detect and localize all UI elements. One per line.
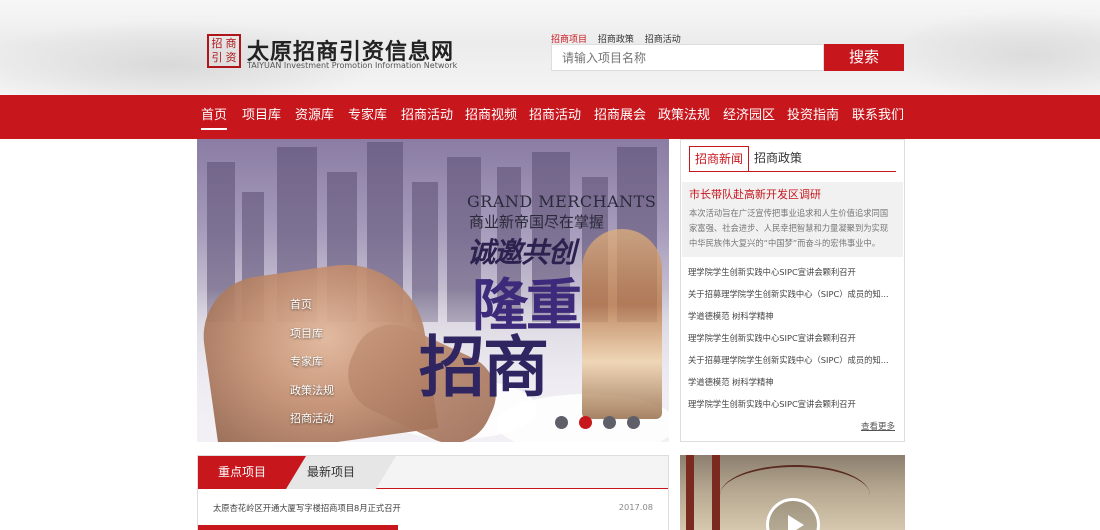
logo-seal-icon[interactable]: 招商 引资 bbox=[207, 34, 241, 68]
bridge-tower-decoration bbox=[712, 455, 720, 530]
view-more-link[interactable]: 查看更多 bbox=[861, 420, 895, 432]
tab-key-projects[interactable]: 重点项目 bbox=[198, 456, 306, 489]
news-list-item[interactable]: 理学院学生创新实践中心SIPC宣讲会颗利召开 bbox=[688, 330, 898, 352]
mist-decoration bbox=[880, 10, 1100, 95]
banner-headline-large: 招商 bbox=[419, 329, 549, 406]
banner-menu-item[interactable]: 专家库 bbox=[290, 354, 334, 383]
news-panel: 招商新闻 招商政策 市长带队赴高新开发区调研 本次活动旨在广泛宣传把事业追求和人… bbox=[680, 139, 905, 442]
bridge-tower-decoration bbox=[686, 455, 694, 530]
news-list-item[interactable]: 学道德模范 树科学精神 bbox=[688, 308, 898, 330]
project-row-highlight bbox=[198, 525, 398, 530]
carousel-dot[interactable] bbox=[627, 416, 640, 429]
project-row[interactable]: 太原杏花岭区开通大厦写字楼招商项目8月正式召开 2017.08 bbox=[213, 502, 653, 514]
banner-side-menu: 首页 项目库 专家库 政策法规 招商活动 bbox=[290, 297, 334, 440]
nav-item-investment-activities[interactable]: 招商活动 bbox=[401, 95, 453, 139]
nav-item-resource-library[interactable]: 资源库 bbox=[295, 95, 334, 139]
nav-item-project-library[interactable]: 项目库 bbox=[242, 95, 281, 139]
nav-item-investment-guide[interactable]: 投资指南 bbox=[787, 95, 839, 139]
banner-menu-item[interactable]: 项目库 bbox=[290, 326, 334, 355]
nav-item-policies[interactable]: 政策法规 bbox=[658, 95, 710, 139]
projects-panel: 最新项目 重点项目 太原杏花岭区开通大厦写字楼招商项目8月正式召开 2017.0… bbox=[197, 455, 669, 530]
carousel-dot[interactable] bbox=[603, 416, 616, 429]
news-list-item[interactable]: 理学院学生创新实践中心SIPC宣讲会颗利召开 bbox=[688, 396, 898, 418]
news-list-item[interactable]: 关于招募理学院学生创新实践中心（SIPC）成员的知... bbox=[688, 286, 898, 308]
nav-item-expert-library[interactable]: 专家库 bbox=[348, 95, 387, 139]
project-date: 2017.08 bbox=[618, 502, 653, 512]
banner-title-cn: 商业新帝国尽在掌握 bbox=[469, 213, 605, 231]
video-thumbnail[interactable] bbox=[680, 455, 905, 530]
site-subtitle: TAIYUAN Investment Promotion Information… bbox=[247, 61, 458, 70]
news-list-item[interactable]: 学道德模范 树科学精神 bbox=[688, 374, 898, 396]
carousel-dots bbox=[555, 416, 640, 429]
search-input[interactable] bbox=[551, 44, 824, 71]
tab-investment-news[interactable]: 招商新闻 bbox=[689, 146, 750, 172]
carousel-dot[interactable] bbox=[555, 416, 568, 429]
featured-news-desc: 本次活动旨在广泛宣传把事业追求和人生价值追求同国家富强、社会进步、人民幸把智慧和… bbox=[689, 208, 889, 248]
news-list-item[interactable]: 理学院学生创新实践中心SIPC宣讲会颗利召开 bbox=[688, 264, 898, 286]
nav-item-home[interactable]: 首页 bbox=[201, 95, 228, 139]
hero-banner[interactable]: GRAND MERCHANTS 商业新帝国尽在掌握 诚邀共创 隆重 招商 首页 … bbox=[197, 139, 669, 442]
featured-news-title[interactable]: 市长带队赴高新开发区调研 bbox=[689, 186, 896, 202]
news-list: 理学院学生创新实践中心SIPC宣讲会颗利召开 关于招募理学院学生创新实践中心（S… bbox=[688, 264, 898, 418]
carousel-dot-active[interactable] bbox=[579, 416, 592, 429]
banner-title-en: GRAND MERCHANTS bbox=[467, 192, 657, 211]
banner-menu-item[interactable]: 首页 bbox=[290, 297, 334, 326]
search-button[interactable]: 搜索 bbox=[824, 44, 904, 71]
tab-investment-policy[interactable]: 招商政策 bbox=[754, 146, 802, 172]
nav-item-investment-video[interactable]: 招商视频 bbox=[465, 95, 517, 139]
site-header: 招商 引资 太原招商引资信息网 TAIYUAN Investment Promo… bbox=[0, 0, 1100, 95]
nav-item-investment-activities-2[interactable]: 招商活动 bbox=[529, 95, 581, 139]
trophy-image bbox=[582, 229, 662, 419]
nav-item-investment-expo[interactable]: 招商展会 bbox=[594, 95, 646, 139]
banner-menu-item[interactable]: 政策法规 bbox=[290, 383, 334, 412]
banner-menu-item[interactable]: 招商活动 bbox=[290, 411, 334, 440]
main-nav: 首页 项目库 资源库 专家库 招商活动 招商视频 招商活动 招商展会 政策法规 … bbox=[0, 95, 1100, 139]
project-title[interactable]: 太原杏花岭区开通大厦写字楼招商项目8月正式召开 bbox=[213, 503, 401, 513]
nav-item-economic-parks[interactable]: 经济园区 bbox=[723, 95, 775, 139]
news-list-item[interactable]: 关于招募理学院学生创新实践中心（SIPC）成员的知... bbox=[688, 352, 898, 374]
tab-underline bbox=[689, 171, 896, 172]
featured-news[interactable]: 市长带队赴高新开发区调研 本次活动旨在广泛宣传把事业追求和人生价值追求同国家富强… bbox=[682, 182, 903, 257]
projects-tabs: 最新项目 重点项目 bbox=[198, 456, 668, 489]
nav-item-contact[interactable]: 联系我们 bbox=[852, 95, 904, 139]
